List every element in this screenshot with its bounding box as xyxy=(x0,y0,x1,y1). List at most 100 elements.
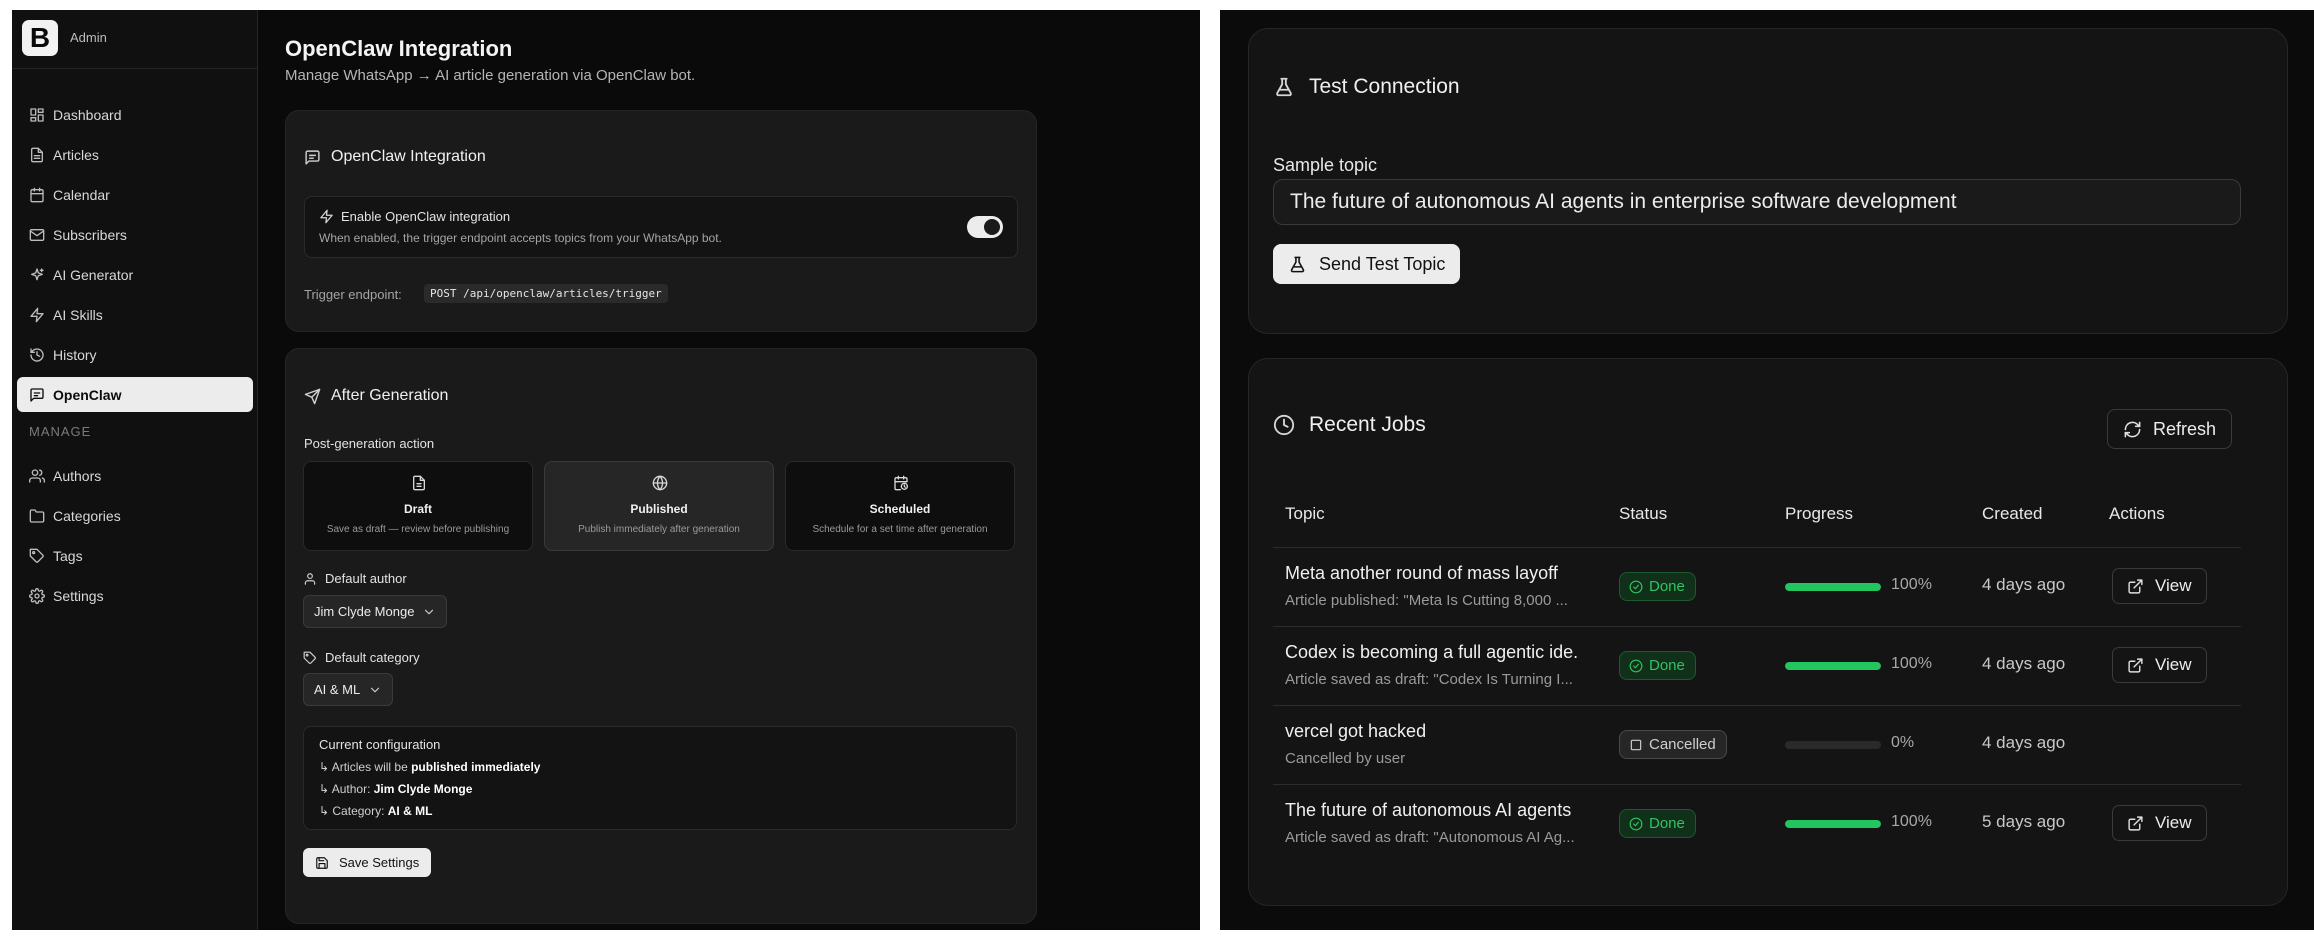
message-square-icon xyxy=(305,149,320,165)
chevron-down-icon xyxy=(425,609,434,614)
integration-card-title: OpenClaw Integration xyxy=(304,148,486,166)
sidebar-item-authors[interactable]: Authors xyxy=(17,458,253,493)
external-link-icon xyxy=(2128,815,2143,831)
sample-topic-label: Sample topic xyxy=(1273,155,1378,175)
current-configuration-box: Current configuration ↳ Articles will be… xyxy=(303,726,1017,830)
progress-percent: 100% xyxy=(1891,576,1932,593)
check-circle-icon xyxy=(1629,580,1643,593)
sidebar-item-label: AI Generator xyxy=(53,266,134,283)
view-button[interactable]: View xyxy=(2112,568,2207,604)
option-published[interactable]: Published Publish immediately after gene… xyxy=(544,461,774,551)
sidebar-item-label: Tags xyxy=(53,547,83,564)
tag-icon xyxy=(29,548,44,563)
job-created: 4 days ago xyxy=(1982,733,2066,752)
admin-window: B Admin Dashboard Articles Calendar Subs… xyxy=(12,10,1200,930)
enable-integration-row: Enable OpenClaw integration When enabled… xyxy=(304,196,1018,258)
globe-icon xyxy=(652,475,668,491)
sidebar-item-calendar[interactable]: Calendar xyxy=(17,177,253,212)
send-test-topic-button[interactable]: Send Test Topic xyxy=(1273,244,1461,284)
sidebar-item-settings[interactable]: Settings xyxy=(17,578,253,613)
sidebar-divider xyxy=(12,68,258,69)
sidebar-item-label: Dashboard xyxy=(53,106,122,123)
option-scheduled[interactable]: Scheduled Schedule for a set time after … xyxy=(785,461,1015,551)
job-subtitle: Cancelled by user xyxy=(1285,750,1406,767)
file-text-icon xyxy=(31,147,43,162)
brand-logo: B xyxy=(22,20,58,56)
refresh-button[interactable]: Refresh xyxy=(2107,409,2233,449)
sidebar-item-label: Authors xyxy=(53,467,102,484)
user-icon xyxy=(304,572,316,585)
job-created: 4 days ago xyxy=(1982,654,2066,673)
calendar-icon xyxy=(30,187,44,202)
sidebar-item-ai-generator[interactable]: AI Generator xyxy=(17,257,253,292)
view-button[interactable]: View xyxy=(2112,647,2207,683)
progress-fill xyxy=(1785,583,1881,591)
config-line-category: ↳ Category: AI & ML xyxy=(319,804,433,818)
status-label: Cancelled xyxy=(1649,736,1716,753)
after-generation-title: After Generation xyxy=(304,387,448,405)
message-square-icon xyxy=(30,387,44,402)
dashboard-icon xyxy=(30,107,44,122)
table-row: Codex is becoming a full agentic ide. Ar… xyxy=(1273,627,2241,705)
page-subtitle: Manage WhatsApp → AI article generation … xyxy=(285,67,696,84)
option-draft[interactable]: Draft Save as draft — review before publ… xyxy=(303,461,533,551)
brand-name: Admin xyxy=(70,30,107,45)
after-generation-title-text: After Generation xyxy=(331,387,449,404)
job-topic: vercel got hacked xyxy=(1285,721,1427,741)
sidebar-item-history[interactable]: History xyxy=(17,337,253,372)
job-topic: Meta another round of mass layoff xyxy=(1285,563,1558,583)
view-button[interactable]: View xyxy=(2112,805,2207,841)
sidebar-item-tags[interactable]: Tags xyxy=(17,538,253,573)
sample-topic-input[interactable]: The future of autonomous AI agents in en… xyxy=(1273,179,2241,225)
save-settings-button[interactable]: Save Settings xyxy=(303,848,432,877)
default-category-select[interactable]: AI & ML xyxy=(303,673,394,706)
integration-card-title-text: OpenClaw Integration xyxy=(331,148,486,165)
progress-fill xyxy=(1785,662,1881,670)
enable-integration-desc: When enabled, the trigger endpoint accep… xyxy=(319,231,722,245)
table-row: vercel got hacked Cancelled by user Canc… xyxy=(1273,706,2241,784)
sidebar-item-articles[interactable]: Articles xyxy=(17,137,253,172)
sidebar-item-categories[interactable]: Categories xyxy=(17,498,253,533)
send-test-topic-label: Send Test Topic xyxy=(1319,253,1446,274)
sidebar-item-label: AI Skills xyxy=(53,306,103,323)
sidebar: B Admin Dashboard Articles Calendar Subs… xyxy=(12,10,258,930)
status-label: Done xyxy=(1649,815,1685,832)
sidebar-item-label: History xyxy=(53,346,97,363)
progress-percent: 100% xyxy=(1891,813,1932,830)
zap-icon xyxy=(320,209,333,224)
check-circle-icon xyxy=(1629,817,1643,830)
job-subtitle: Article saved as draft: "Autonomous AI A… xyxy=(1285,829,1575,846)
sidebar-item-dashboard[interactable]: Dashboard xyxy=(17,97,253,132)
default-author-value: Jim Clyde Monge xyxy=(314,604,415,619)
default-category-label: Default category xyxy=(303,650,420,665)
gear-icon xyxy=(29,587,45,604)
sidebar-item-openclaw[interactable]: OpenClaw xyxy=(17,377,253,412)
test-connection-title-text: Test Connection xyxy=(1309,75,1460,98)
sidebar-item-label: Settings xyxy=(53,587,104,604)
external-link-icon xyxy=(2128,578,2143,594)
column-header-actions: Actions xyxy=(2109,504,2165,523)
calendar-clock-icon xyxy=(894,475,908,491)
sidebar-item-label: Subscribers xyxy=(53,226,127,243)
view-label: View xyxy=(2155,655,2192,674)
sparkles-icon xyxy=(31,267,44,280)
sidebar-section-label: MANAGE xyxy=(29,424,92,439)
column-header-progress: Progress xyxy=(1785,504,1854,523)
option-title: Draft xyxy=(403,502,432,516)
history-icon xyxy=(30,347,44,362)
progress-percent: 100% xyxy=(1891,655,1932,672)
trigger-endpoint-label: Trigger endpoint: xyxy=(304,287,402,302)
save-icon xyxy=(316,856,328,869)
default-author-select[interactable]: Jim Clyde Monge xyxy=(303,595,448,628)
after-generation-card: After Generation Post-generation action xyxy=(285,348,1037,924)
sidebar-item-ai-skills[interactable]: AI Skills xyxy=(17,297,253,332)
progress-bar xyxy=(1785,820,1881,828)
option-title: Scheduled xyxy=(869,502,931,516)
config-line-author: ↳ Author: Jim Clyde Monge xyxy=(319,782,473,796)
sidebar-item-subscribers[interactable]: Subscribers xyxy=(17,217,253,252)
enable-integration-toggle[interactable] xyxy=(967,216,1003,238)
config-line-action: ↳ Articles will be published immediately xyxy=(319,760,541,774)
mail-icon xyxy=(29,228,45,241)
default-category-label-text: Default category xyxy=(325,650,420,665)
square-icon xyxy=(1630,739,1642,750)
